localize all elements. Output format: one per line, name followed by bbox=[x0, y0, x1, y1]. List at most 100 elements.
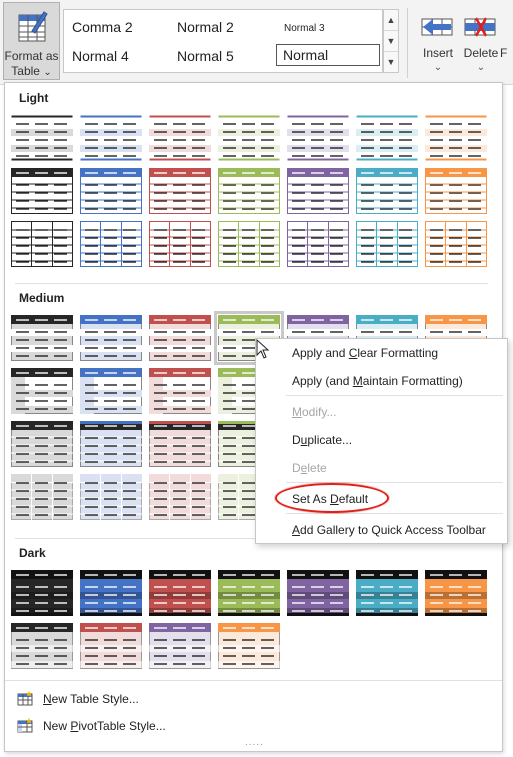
section-medium: Medium bbox=[19, 291, 65, 305]
table-style-thumbnail[interactable] bbox=[80, 315, 142, 361]
table-style-thumbnail[interactable] bbox=[11, 168, 73, 214]
table-style-thumbnail[interactable] bbox=[80, 570, 142, 616]
table-style-thumbnail[interactable] bbox=[287, 570, 349, 616]
table-style-thumbnail[interactable] bbox=[425, 570, 487, 616]
table-style-thumbnail[interactable] bbox=[425, 115, 487, 161]
menu-duplicate[interactable]: Duplicate... bbox=[292, 433, 352, 447]
new-table-style-link[interactable]: New Table Style... bbox=[17, 691, 139, 707]
delete-label: Delete bbox=[463, 46, 499, 60]
menu-text: plicate... bbox=[307, 433, 353, 447]
delete-cells-icon bbox=[464, 17, 496, 37]
table-style-thumbnail[interactable] bbox=[356, 168, 418, 214]
ribbon: Format as Table ⌄ Comma 2 Normal 2 Norma… bbox=[0, 0, 513, 85]
table-style-thumbnail[interactable] bbox=[218, 623, 280, 669]
menu-text: lete bbox=[307, 461, 327, 475]
table-style-thumbnail[interactable] bbox=[425, 221, 487, 267]
table-style-thumbnail[interactable] bbox=[149, 368, 211, 414]
menu-text: Apply and bbox=[292, 346, 349, 360]
menu-separator bbox=[286, 513, 503, 514]
table-style-thumbnail[interactable] bbox=[149, 115, 211, 161]
menu-text: lear Formatting bbox=[357, 346, 439, 360]
menu-apply-clear-formatting[interactable]: Apply and Clear Formatting bbox=[292, 346, 438, 360]
table-style-thumbnail[interactable] bbox=[356, 221, 418, 267]
new-pivottable-style-icon bbox=[17, 718, 33, 733]
cell-style-normal-3[interactable]: Normal 3 bbox=[284, 23, 325, 34]
table-style-thumbnail[interactable] bbox=[11, 474, 73, 520]
style-context-menu: Apply and Clear Formatting Apply (and Ma… bbox=[255, 338, 508, 544]
cell-style-normal[interactable]: Normal bbox=[276, 44, 380, 66]
table-style-thumbnail[interactable] bbox=[80, 368, 142, 414]
table-style-thumbnail[interactable] bbox=[287, 115, 349, 161]
table-style-thumbnail[interactable] bbox=[149, 221, 211, 267]
new-pivottable-style-link[interactable]: New PivotTable Style... bbox=[17, 718, 166, 734]
cell-style-normal-5[interactable]: Normal 5 bbox=[177, 48, 234, 64]
menu-text: aintain Formatting) bbox=[362, 374, 463, 388]
mouse-pointer-icon bbox=[256, 339, 270, 359]
table-style-thumbnail[interactable] bbox=[356, 570, 418, 616]
table-style-thumbnail[interactable] bbox=[149, 168, 211, 214]
gallery-up-icon[interactable]: ▲ bbox=[384, 10, 398, 31]
format-as-table-label-2: Table bbox=[11, 64, 40, 78]
table-style-thumbnail[interactable] bbox=[287, 168, 349, 214]
table-style-thumbnail[interactable] bbox=[11, 570, 73, 616]
insert-cells-icon bbox=[421, 18, 453, 36]
cell-style-normal-2[interactable]: Normal 2 bbox=[177, 19, 234, 35]
chevron-down-icon: ⌄ bbox=[43, 67, 52, 78]
table-style-thumbnail[interactable] bbox=[218, 570, 280, 616]
table-style-thumbnail[interactable] bbox=[149, 623, 211, 669]
format-as-table-icon bbox=[18, 9, 48, 48]
cell-style-comma-2[interactable]: Comma 2 bbox=[72, 19, 133, 35]
table-style-thumbnail[interactable] bbox=[80, 221, 142, 267]
menu-text: D bbox=[292, 461, 301, 475]
menu-delete: Delete bbox=[292, 461, 327, 475]
table-style-thumbnail[interactable] bbox=[149, 474, 211, 520]
chevron-down-icon: ⌄ bbox=[476, 62, 486, 73]
table-style-thumbnail[interactable] bbox=[149, 421, 211, 467]
table-style-thumbnail[interactable] bbox=[218, 221, 280, 267]
gallery-scroll[interactable]: ▲ ▼ ▼ bbox=[383, 9, 399, 73]
menu-text: dd Gallery to Quick Access Toolbar bbox=[300, 523, 486, 537]
table-style-thumbnail[interactable] bbox=[287, 221, 349, 267]
table-style-thumbnail[interactable] bbox=[80, 115, 142, 161]
gallery-more-icon[interactable]: ▼ bbox=[384, 52, 398, 73]
format-as-table-button[interactable]: Format as Table ⌄ bbox=[3, 2, 60, 80]
menu-apply-maintain-formatting[interactable]: Apply (and Maintain Formatting) bbox=[292, 374, 463, 388]
table-style-thumbnail[interactable] bbox=[11, 623, 73, 669]
menu-accel: M bbox=[292, 405, 302, 419]
table-style-thumbnail[interactable] bbox=[11, 421, 73, 467]
table-style-thumbnail[interactable] bbox=[80, 168, 142, 214]
table-style-thumbnail[interactable] bbox=[11, 315, 73, 361]
menu-accel: M bbox=[352, 374, 363, 388]
new-table-style-accel: N bbox=[43, 692, 52, 706]
new-table-style-icon bbox=[17, 691, 33, 706]
cell-style-normal-4[interactable]: Normal 4 bbox=[72, 48, 129, 64]
cell-styles-gallery[interactable]: Comma 2 Normal 2 Normal 3 Normal 4 Norma… bbox=[63, 9, 383, 73]
table-style-thumbnail[interactable] bbox=[149, 315, 211, 361]
menu-modify: Modify... bbox=[292, 405, 336, 419]
table-style-thumbnail[interactable] bbox=[149, 570, 211, 616]
highlight-annotation bbox=[275, 483, 389, 513]
table-style-thumbnail[interactable] bbox=[80, 474, 142, 520]
section-dark: Dark bbox=[19, 546, 46, 560]
gallery-down-icon[interactable]: ▼ bbox=[384, 31, 398, 52]
format-as-table-label-1: Format as bbox=[4, 49, 59, 63]
table-style-thumbnail[interactable] bbox=[218, 168, 280, 214]
table-style-thumbnail[interactable] bbox=[80, 421, 142, 467]
table-style-thumbnail[interactable] bbox=[356, 115, 418, 161]
menu-add-gallery-qat[interactable]: Add Gallery to Quick Access Toolbar bbox=[292, 523, 486, 537]
table-style-thumbnail[interactable] bbox=[425, 168, 487, 214]
new-pivottable-style-pre: New bbox=[43, 719, 71, 733]
table-style-thumbnail[interactable] bbox=[218, 115, 280, 161]
table-style-thumbnail[interactable] bbox=[11, 368, 73, 414]
menu-accel: A bbox=[292, 523, 301, 537]
new-table-style-post: ew Table Style... bbox=[51, 692, 139, 706]
table-style-thumbnail[interactable] bbox=[11, 221, 73, 267]
resize-grip-icon[interactable]: ..... bbox=[245, 737, 264, 748]
format-button[interactable]: F bbox=[500, 12, 513, 78]
section-light: Light bbox=[19, 91, 49, 105]
delete-button[interactable]: Delete ⌄ bbox=[456, 12, 506, 78]
table-style-thumbnail[interactable] bbox=[11, 115, 73, 161]
new-pivottable-style-post: ivotTable Style... bbox=[78, 719, 166, 733]
table-style-thumbnail[interactable] bbox=[80, 623, 142, 669]
ribbon-separator bbox=[407, 8, 408, 78]
